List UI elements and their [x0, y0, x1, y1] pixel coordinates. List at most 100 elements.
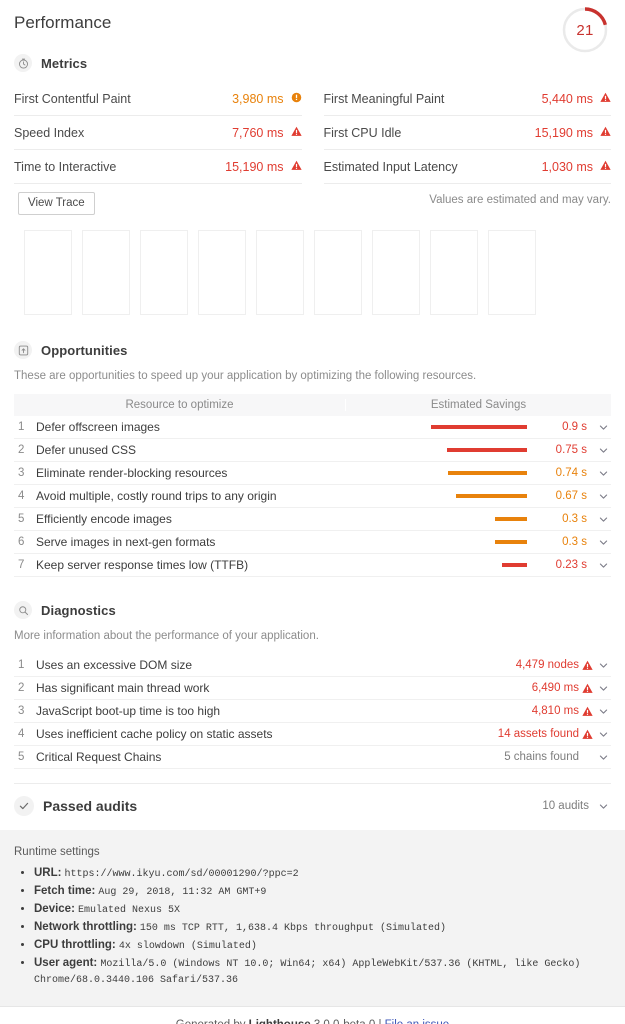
filmstrip-frame [24, 230, 72, 315]
opportunity-row[interactable]: 5 Efficiently encode images 0.3 s [14, 508, 611, 531]
opportunity-row[interactable]: 7 Keep server response times low (TTFB) 0.… [14, 554, 611, 577]
metrics-label: Metrics [41, 55, 88, 71]
chevron-down-icon[interactable] [595, 514, 611, 525]
savings-bar [456, 494, 527, 498]
metric-row[interactable]: Time to Interactive 15,190 ms [14, 150, 302, 184]
metric-name: First CPU Idle [323, 125, 402, 140]
runtime-setting-item: Network throttling: 150 ms TCP RTT, 1,63… [34, 920, 611, 936]
chevron-down-icon[interactable] [595, 422, 611, 433]
diagnostic-title: Critical Request Chains [36, 750, 162, 764]
chevron-down-icon[interactable] [595, 445, 611, 456]
savings-bar-track [379, 563, 527, 567]
metric-name: Speed Index [14, 125, 85, 140]
opportunity-savings: 0.3 s [379, 536, 611, 548]
opportunity-savings: 0.9 s [379, 421, 611, 433]
chevron-down-icon[interactable] [595, 752, 611, 763]
row-index: 6 [18, 536, 25, 548]
opportunities-section-header: Opportunities [0, 315, 625, 369]
filmstrip-frame [314, 230, 362, 315]
opportunities-description: These are opportunities to speed up your… [14, 370, 477, 382]
filmstrip-frame [430, 230, 478, 315]
fail-triangle-icon [290, 126, 302, 140]
savings-bar-track [379, 540, 527, 544]
opportunity-savings: 0.23 s [379, 559, 611, 571]
fail-triangle-icon [579, 706, 595, 717]
diagnostic-row[interactable]: 3 JavaScript boot-up time is too high 4,81… [14, 700, 611, 723]
savings-value: 0.3 s [562, 513, 587, 525]
opportunity-title: Defer unused CSS [36, 443, 137, 457]
metric-value: 1,030 ms [541, 159, 593, 174]
column-header-resource: Resource to optimize [14, 399, 346, 411]
category-header: Performance 21 [0, 0, 625, 53]
metric-row[interactable]: Speed Index 7,760 ms [14, 116, 302, 150]
footer-product: Lighthouse [249, 1019, 311, 1024]
runtime-setting-value: 4x slowdown (Simulated) [118, 941, 257, 952]
passed-audits-toggle[interactable]: Passed audits 10 audits [0, 784, 625, 830]
savings-bar [447, 448, 527, 452]
metric-value: 15,190 ms [534, 125, 593, 140]
filmstrip-frame [488, 230, 536, 315]
savings-value: 0.23 s [555, 559, 587, 571]
report-footer: Generated by Lighthouse 3.0.0-beta.0 | F… [0, 1006, 625, 1024]
chevron-down-icon[interactable] [595, 537, 611, 548]
opportunity-row[interactable]: 6 Serve images in next-gen formats 0.3 s [14, 531, 611, 554]
diagnostic-row[interactable]: 2 Has significant main thread work 6,490 m… [14, 677, 611, 700]
column-header-savings: Estimated Savings [430, 399, 527, 411]
performance-score-gauge[interactable]: 21 [561, 6, 609, 54]
chevron-down-icon[interactable] [595, 706, 611, 717]
metric-row[interactable]: First Meaningful Paint 5,440 ms [323, 82, 611, 116]
savings-bar [502, 563, 527, 567]
diagnostic-row[interactable]: 5 Critical Request Chains 5 chains found [14, 746, 611, 769]
savings-value: 0.74 s [555, 467, 587, 479]
fail-triangle-icon [290, 160, 302, 174]
file-an-issue-link[interactable]: File an issue [385, 1019, 450, 1024]
stopwatch-icon [14, 54, 32, 72]
runtime-setting-item: User agent: Mozilla/5.0 (Windows NT 10.0… [34, 956, 611, 988]
diagnostic-row[interactable]: 4 Uses inefficient cache policy on static… [14, 723, 611, 746]
metrics-grid: First Contentful Paint 3,980 ms First Me… [0, 82, 625, 184]
savings-value: 0.67 s [555, 490, 587, 502]
runtime-setting-value: 150 ms TCP RTT, 1,638.4 Kbps throughput … [139, 923, 446, 934]
opportunity-row[interactable]: 3 Eliminate render-blocking resources 0.74… [14, 462, 611, 485]
opportunity-row[interactable]: 2 Defer unused CSS 0.75 s [14, 439, 611, 462]
passed-audits-label: Passed audits [43, 798, 138, 814]
diagnostic-row[interactable]: 1 Uses an excessive DOM size 4,479 nodes [14, 654, 611, 677]
filmstrip-frame [372, 230, 420, 315]
diagnostic-value: 4,810 ms [531, 705, 579, 717]
row-index: 7 [18, 559, 25, 571]
filmstrip [0, 218, 625, 315]
metric-row[interactable]: First CPU Idle 15,190 ms [323, 116, 611, 150]
metric-row[interactable]: First Contentful Paint 3,980 ms [14, 82, 302, 116]
page-title: Performance [14, 13, 112, 32]
magnifier-icon [14, 601, 32, 619]
chevron-down-icon[interactable] [595, 801, 611, 812]
runtime-setting-item: URL: https://www.ikyu.com/sd/00001290/?p… [34, 866, 611, 882]
chevron-down-icon[interactable] [595, 560, 611, 571]
opportunity-savings: 0.74 s [379, 467, 611, 479]
opportunity-row[interactable]: 1 Defer offscreen images 0.9 s [14, 416, 611, 439]
diagnostic-title: Has significant main thread work [36, 681, 210, 695]
fail-triangle-icon [579, 683, 595, 694]
chevron-down-icon[interactable] [595, 491, 611, 502]
metrics-section-header: Metrics [0, 46, 625, 82]
runtime-setting-item: CPU throttling: 4x slowdown (Simulated) [34, 938, 611, 954]
diagnostic-value: 5 chains found [504, 751, 579, 763]
chevron-down-icon[interactable] [595, 683, 611, 694]
footer-generated-by: Generated by [176, 1019, 246, 1024]
chevron-down-icon[interactable] [595, 729, 611, 740]
diagnostic-title: Uses an excessive DOM size [36, 658, 193, 672]
filmstrip-frame [198, 230, 246, 315]
savings-bar [431, 425, 527, 429]
opportunity-savings: 0.75 s [379, 444, 611, 456]
chevron-down-icon[interactable] [595, 468, 611, 479]
row-index: 3 [18, 705, 25, 717]
filmstrip-frame [82, 230, 130, 315]
chevron-down-icon[interactable] [595, 660, 611, 671]
savings-bar-track [379, 517, 527, 521]
savings-bar [495, 540, 527, 544]
metric-row[interactable]: Estimated Input Latency 1,030 ms [323, 150, 611, 184]
opportunity-row[interactable]: 4 Avoid multiple, costly round trips to a… [14, 485, 611, 508]
metric-value: 5,440 ms [541, 91, 593, 106]
view-trace-button[interactable]: View Trace [18, 192, 95, 215]
diagnostic-title: JavaScript boot-up time is too high [36, 704, 221, 718]
